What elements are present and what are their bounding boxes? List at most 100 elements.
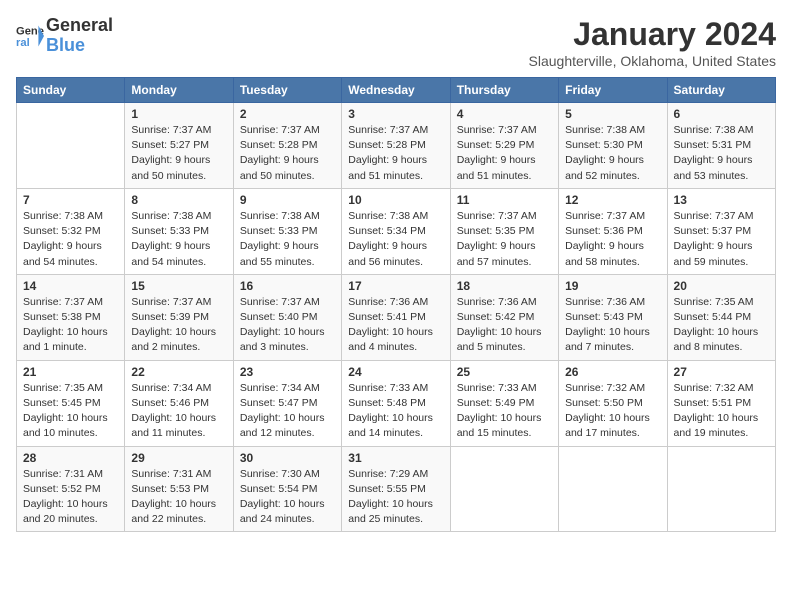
day-number: 4 [457,107,552,121]
day-number: 14 [23,279,118,293]
day-info: Sunrise: 7:31 AMSunset: 5:52 PMDaylight:… [23,467,118,528]
day-number: 12 [565,193,660,207]
day-info: Sunrise: 7:37 AMSunset: 5:38 PMDaylight:… [23,295,118,356]
day-number: 17 [348,279,443,293]
day-info: Sunrise: 7:35 AMSunset: 5:44 PMDaylight:… [674,295,769,356]
day-number: 24 [348,365,443,379]
calendar-cell: 30 Sunrise: 7:30 AMSunset: 5:54 PMDaylig… [233,446,341,532]
calendar-cell: 10 Sunrise: 7:38 AMSunset: 5:34 PMDaylig… [342,188,450,274]
day-number: 6 [674,107,769,121]
logo: Gene ral General Blue [16,16,113,56]
day-info: Sunrise: 7:37 AMSunset: 5:40 PMDaylight:… [240,295,335,356]
calendar-cell: 15 Sunrise: 7:37 AMSunset: 5:39 PMDaylig… [125,274,233,360]
day-info: Sunrise: 7:37 AMSunset: 5:28 PMDaylight:… [240,123,335,184]
calendar-week-4: 21 Sunrise: 7:35 AMSunset: 5:45 PMDaylig… [17,360,776,446]
calendar-week-3: 14 Sunrise: 7:37 AMSunset: 5:38 PMDaylig… [17,274,776,360]
day-number: 2 [240,107,335,121]
calendar-cell: 14 Sunrise: 7:37 AMSunset: 5:38 PMDaylig… [17,274,125,360]
day-info: Sunrise: 7:38 AMSunset: 5:31 PMDaylight:… [674,123,769,184]
day-info: Sunrise: 7:38 AMSunset: 5:34 PMDaylight:… [348,209,443,270]
day-info: Sunrise: 7:34 AMSunset: 5:47 PMDaylight:… [240,381,335,442]
calendar-cell [450,446,558,532]
day-number: 3 [348,107,443,121]
calendar-cell [667,446,775,532]
calendar-week-1: 1 Sunrise: 7:37 AMSunset: 5:27 PMDayligh… [17,103,776,189]
day-number: 16 [240,279,335,293]
calendar-cell: 16 Sunrise: 7:37 AMSunset: 5:40 PMDaylig… [233,274,341,360]
calendar-cell: 20 Sunrise: 7:35 AMSunset: 5:44 PMDaylig… [667,274,775,360]
calendar-cell: 25 Sunrise: 7:33 AMSunset: 5:49 PMDaylig… [450,360,558,446]
calendar-cell: 8 Sunrise: 7:38 AMSunset: 5:33 PMDayligh… [125,188,233,274]
calendar-cell: 2 Sunrise: 7:37 AMSunset: 5:28 PMDayligh… [233,103,341,189]
day-info: Sunrise: 7:37 AMSunset: 5:36 PMDaylight:… [565,209,660,270]
day-info: Sunrise: 7:36 AMSunset: 5:41 PMDaylight:… [348,295,443,356]
day-info: Sunrise: 7:32 AMSunset: 5:51 PMDaylight:… [674,381,769,442]
calendar-cell [17,103,125,189]
day-info: Sunrise: 7:37 AMSunset: 5:37 PMDaylight:… [674,209,769,270]
day-number: 20 [674,279,769,293]
day-number: 25 [457,365,552,379]
calendar-cell: 27 Sunrise: 7:32 AMSunset: 5:51 PMDaylig… [667,360,775,446]
calendar-cell: 28 Sunrise: 7:31 AMSunset: 5:52 PMDaylig… [17,446,125,532]
day-info: Sunrise: 7:29 AMSunset: 5:55 PMDaylight:… [348,467,443,528]
day-number: 15 [131,279,226,293]
calendar-cell: 17 Sunrise: 7:36 AMSunset: 5:41 PMDaylig… [342,274,450,360]
calendar-cell: 23 Sunrise: 7:34 AMSunset: 5:47 PMDaylig… [233,360,341,446]
calendar-header-row: SundayMondayTuesdayWednesdayThursdayFrid… [17,78,776,103]
calendar-cell: 31 Sunrise: 7:29 AMSunset: 5:55 PMDaylig… [342,446,450,532]
day-number: 31 [348,451,443,465]
page-header: Gene ral General Blue January 2024 Slaug… [16,16,776,69]
day-info: Sunrise: 7:37 AMSunset: 5:28 PMDaylight:… [348,123,443,184]
calendar-cell: 9 Sunrise: 7:38 AMSunset: 5:33 PMDayligh… [233,188,341,274]
calendar-cell: 19 Sunrise: 7:36 AMSunset: 5:43 PMDaylig… [559,274,667,360]
day-info: Sunrise: 7:38 AMSunset: 5:33 PMDaylight:… [240,209,335,270]
day-number: 23 [240,365,335,379]
calendar-cell: 22 Sunrise: 7:34 AMSunset: 5:46 PMDaylig… [125,360,233,446]
calendar-week-2: 7 Sunrise: 7:38 AMSunset: 5:32 PMDayligh… [17,188,776,274]
calendar-cell: 18 Sunrise: 7:36 AMSunset: 5:42 PMDaylig… [450,274,558,360]
day-info: Sunrise: 7:36 AMSunset: 5:43 PMDaylight:… [565,295,660,356]
weekday-header-tuesday: Tuesday [233,78,341,103]
day-number: 22 [131,365,226,379]
calendar-cell: 24 Sunrise: 7:33 AMSunset: 5:48 PMDaylig… [342,360,450,446]
calendar-cell: 13 Sunrise: 7:37 AMSunset: 5:37 PMDaylig… [667,188,775,274]
day-number: 1 [131,107,226,121]
weekday-header-thursday: Thursday [450,78,558,103]
day-number: 9 [240,193,335,207]
day-number: 10 [348,193,443,207]
day-number: 8 [131,193,226,207]
day-info: Sunrise: 7:37 AMSunset: 5:35 PMDaylight:… [457,209,552,270]
calendar-cell: 4 Sunrise: 7:37 AMSunset: 5:29 PMDayligh… [450,103,558,189]
logo-icon: Gene ral [16,22,44,50]
day-info: Sunrise: 7:31 AMSunset: 5:53 PMDaylight:… [131,467,226,528]
day-number: 28 [23,451,118,465]
weekday-header-saturday: Saturday [667,78,775,103]
day-number: 30 [240,451,335,465]
day-info: Sunrise: 7:30 AMSunset: 5:54 PMDaylight:… [240,467,335,528]
day-info: Sunrise: 7:37 AMSunset: 5:27 PMDaylight:… [131,123,226,184]
day-info: Sunrise: 7:38 AMSunset: 5:33 PMDaylight:… [131,209,226,270]
location: Slaughterville, Oklahoma, United States [529,53,776,69]
day-number: 7 [23,193,118,207]
day-info: Sunrise: 7:38 AMSunset: 5:32 PMDaylight:… [23,209,118,270]
day-number: 29 [131,451,226,465]
day-number: 21 [23,365,118,379]
day-info: Sunrise: 7:37 AMSunset: 5:39 PMDaylight:… [131,295,226,356]
calendar-table: SundayMondayTuesdayWednesdayThursdayFrid… [16,77,776,532]
day-info: Sunrise: 7:34 AMSunset: 5:46 PMDaylight:… [131,381,226,442]
day-number: 26 [565,365,660,379]
day-number: 13 [674,193,769,207]
weekday-header-friday: Friday [559,78,667,103]
day-info: Sunrise: 7:32 AMSunset: 5:50 PMDaylight:… [565,381,660,442]
day-number: 18 [457,279,552,293]
calendar-cell: 29 Sunrise: 7:31 AMSunset: 5:53 PMDaylig… [125,446,233,532]
calendar-cell: 12 Sunrise: 7:37 AMSunset: 5:36 PMDaylig… [559,188,667,274]
day-number: 19 [565,279,660,293]
calendar-cell: 6 Sunrise: 7:38 AMSunset: 5:31 PMDayligh… [667,103,775,189]
day-info: Sunrise: 7:36 AMSunset: 5:42 PMDaylight:… [457,295,552,356]
calendar-cell: 3 Sunrise: 7:37 AMSunset: 5:28 PMDayligh… [342,103,450,189]
calendar-cell [559,446,667,532]
day-number: 5 [565,107,660,121]
calendar-cell: 21 Sunrise: 7:35 AMSunset: 5:45 PMDaylig… [17,360,125,446]
calendar-cell: 26 Sunrise: 7:32 AMSunset: 5:50 PMDaylig… [559,360,667,446]
